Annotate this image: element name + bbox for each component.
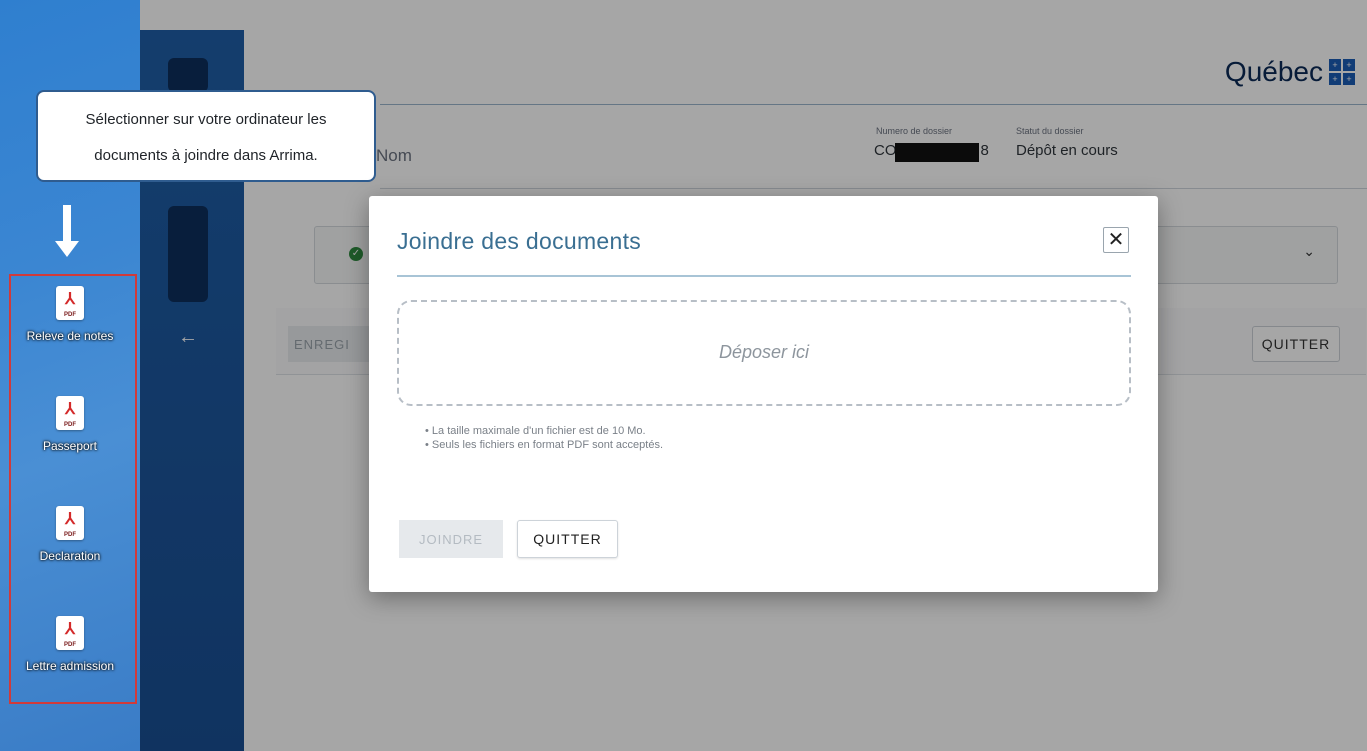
pdf-file-icon: ⅄ PDF <box>56 286 84 320</box>
desktop-file-passeport[interactable]: ⅄ PDF Passeport <box>0 396 140 453</box>
file-dropzone[interactable]: Déposer ici <box>397 300 1131 406</box>
instruction-callout: Sélectionner sur votre ordinateur les do… <box>36 90 376 182</box>
rule-item: Seuls les fichiers en format PDF sont ac… <box>425 438 663 452</box>
down-arrow-head <box>55 241 79 257</box>
rule-item: La taille maximale d'un fichier est de 1… <box>425 424 663 438</box>
file-label: Releve de notes <box>26 329 114 343</box>
desktop-file-declaration[interactable]: ⅄ PDF Declaration <box>0 506 140 563</box>
desktop-file-releve[interactable]: ⅄ PDF Releve de notes <box>0 286 140 343</box>
title-divider <box>397 275 1131 277</box>
upload-rules: La taille maximale d'un fichier est de 1… <box>425 424 663 452</box>
callout-line-2: documents à joindre dans Arrima. <box>94 147 318 164</box>
file-label: Lettre admission <box>25 659 115 673</box>
callout-line-1: Sélectionner sur votre ordinateur les <box>85 111 327 128</box>
attach-documents-dialog: Joindre des documents ✕ Déposer ici La t… <box>369 196 1158 592</box>
attach-button[interactable]: JOINDRE <box>399 520 503 558</box>
file-label: Declaration <box>39 549 101 563</box>
dialog-title: Joindre des documents <box>397 228 642 254</box>
desktop-file-lettre[interactable]: ⅄ PDF Lettre admission <box>0 616 140 673</box>
down-arrow-icon <box>63 205 71 245</box>
quit-dialog-button[interactable]: QUITTER <box>517 520 618 558</box>
file-label: Passeport <box>42 439 98 453</box>
pdf-file-icon: ⅄ PDF <box>56 616 84 650</box>
close-icon[interactable]: ✕ <box>1103 227 1129 253</box>
pdf-file-icon: ⅄ PDF <box>56 396 84 430</box>
dropzone-text: Déposer ici <box>718 342 810 362</box>
pdf-file-icon: ⅄ PDF <box>56 506 84 540</box>
